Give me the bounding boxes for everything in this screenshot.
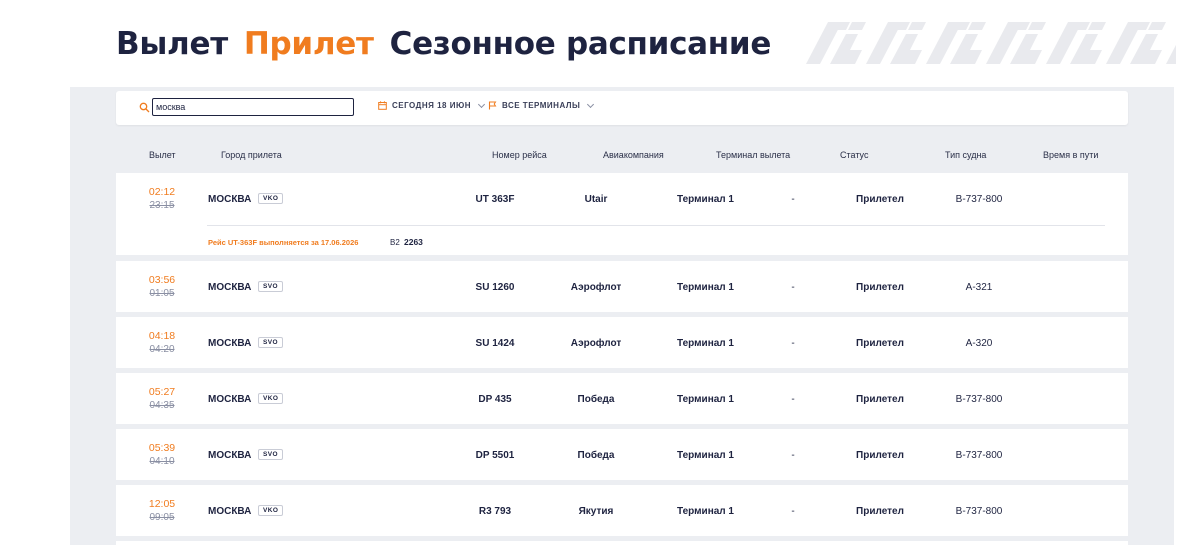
gate: -: [791, 194, 795, 205]
aircraft-type: B-737-800: [955, 194, 1003, 205]
status: Прилетел: [856, 394, 904, 405]
airport-code-badge: SVO: [258, 337, 283, 348]
col-header-aircraft: Тип судна: [945, 150, 987, 160]
terminal: Терминал 1: [677, 506, 734, 517]
status: Прилетел: [856, 506, 904, 517]
planned-time: 23:15: [149, 200, 175, 211]
table-row[interactable]: 05:39 04:10 МОСКВА SVO DP 5501 Победа Те…: [116, 429, 1128, 480]
airport-code-badge: SVO: [258, 281, 283, 292]
terminal: Терминал 1: [677, 194, 734, 205]
flight-note: Рейс UT-363F выполняется за 17.06.2026: [208, 238, 359, 247]
table-row[interactable]: 02:12 23:15 МОСКВА VKO UT 363F Utair Тер…: [116, 173, 1128, 255]
airport-code-badge: VKO: [258, 505, 284, 516]
terminal-filter-label: ВСЕ ТЕРМИНАЛЫ: [502, 101, 581, 110]
date-filter-label: СЕГОДНЯ 18 ИЮН: [392, 101, 472, 110]
airline: Якутия: [578, 506, 614, 517]
table-row[interactable]: 05:27 04:35 МОСКВА VKO DP 435 Победа Тер…: [116, 373, 1128, 424]
city: МОСКВА: [208, 450, 252, 461]
aircraft-type: A-321: [965, 282, 993, 293]
city: МОСКВА: [208, 338, 252, 349]
flight-number: SU 1260: [475, 282, 515, 293]
tab-seasonal-schedule[interactable]: Сезонное расписание: [390, 26, 772, 62]
actual-time: 02:12: [148, 186, 176, 198]
table-row[interactable]: 12:05 09:05 МОСКВА VKO R3 793 Якутия Тер…: [116, 485, 1128, 536]
actual-time: 03:56: [148, 274, 176, 286]
gate: -: [791, 394, 795, 405]
date-filter[interactable]: СЕГОДНЯ 18 ИЮН: [378, 100, 486, 110]
gate: -: [791, 450, 795, 461]
flight-number: DP 5501: [475, 450, 515, 461]
terminal: Терминал 1: [677, 282, 734, 293]
planned-time: 04:35: [149, 400, 175, 411]
search-input[interactable]: [152, 98, 354, 116]
airline: Аэрофлот: [570, 338, 622, 349]
status: Прилетел: [856, 194, 904, 205]
col-header-departure: Вылет: [149, 150, 176, 160]
airline: Победа: [577, 450, 615, 461]
status: Прилетел: [856, 450, 904, 461]
city: МОСКВА: [208, 282, 252, 293]
airport-code-badge: SVO: [258, 449, 283, 460]
terminal: Терминал 1: [677, 450, 734, 461]
airline: Победа: [577, 394, 615, 405]
note-code: B2: [390, 238, 400, 247]
status: Прилетел: [856, 282, 904, 293]
table-row[interactable]: 04:18 04:20 МОСКВА SVO SU 1424 Аэрофлот …: [116, 317, 1128, 368]
planned-time: 04:10: [149, 456, 175, 467]
col-header-city: Город прилета: [221, 150, 282, 160]
search-icon: [139, 102, 150, 113]
airline: Аэрофлот: [570, 282, 622, 293]
aircraft-type: B-737-800: [955, 394, 1003, 405]
col-header-duration: Время в пути: [1043, 150, 1099, 160]
actual-time: 05:27: [148, 386, 176, 398]
gate: -: [791, 282, 795, 293]
status: Прилетел: [856, 338, 904, 349]
flight-number: UT 363F: [475, 194, 515, 205]
airport-code-badge: VKO: [258, 393, 284, 404]
chevron-down-icon: [477, 100, 486, 108]
terminal: Терминал 1: [677, 394, 734, 405]
calendar-icon: [378, 101, 387, 110]
ornament-pattern: [806, 16, 1176, 66]
table-row[interactable]: 03:56 01:05 МОСКВА SVO SU 1260 Аэрофлот …: [116, 261, 1128, 312]
table-row[interactable]: [116, 541, 1128, 545]
planned-time: 04:20: [149, 344, 175, 355]
terminal-filter[interactable]: ВСЕ ТЕРМИНАЛЫ: [488, 100, 595, 110]
actual-time: 05:39: [148, 442, 176, 454]
flight-number: SU 1424: [475, 338, 515, 349]
gate: -: [791, 338, 795, 349]
gate: -: [791, 506, 795, 517]
col-header-status: Статус: [840, 150, 869, 160]
col-header-airline: Авиакомпания: [603, 150, 664, 160]
planned-time: 09:05: [149, 512, 175, 523]
tab-arrival[interactable]: Прилет: [244, 26, 374, 62]
city: МОСКВА: [208, 194, 252, 205]
row-divider: [207, 225, 1105, 226]
aircraft-type: B-737-800: [955, 506, 1003, 517]
city: МОСКВА: [208, 506, 252, 517]
flag-icon: [488, 101, 497, 110]
terminal: Терминал 1: [677, 338, 734, 349]
top-tabs: Вылет Прилет Сезонное расписание: [116, 26, 771, 62]
flight-number: DP 435: [478, 394, 512, 405]
note-number: 2263: [404, 237, 423, 247]
aircraft-type: B-737-800: [955, 450, 1003, 461]
actual-time: 12:05: [148, 498, 176, 510]
aircraft-type: A-320: [965, 338, 993, 349]
col-header-terminal: Терминал вылета: [716, 150, 791, 160]
chevron-down-icon: [587, 100, 595, 108]
flight-number: R3 793: [478, 506, 512, 517]
filter-bar: СЕГОДНЯ 18 ИЮН ВСЕ ТЕРМИНАЛЫ: [116, 91, 1128, 125]
city: МОСКВА: [208, 394, 252, 405]
flights-panel: СЕГОДНЯ 18 ИЮН ВСЕ ТЕРМИНАЛЫ Вылет Город…: [70, 87, 1174, 545]
airport-code-badge: VKO: [258, 193, 284, 204]
airline: Utair: [584, 194, 608, 205]
planned-time: 01:05: [149, 288, 175, 299]
tab-departure[interactable]: Вылет: [116, 26, 228, 62]
col-header-flight: Номер рейса: [492, 150, 547, 160]
actual-time: 04:18: [148, 330, 176, 342]
